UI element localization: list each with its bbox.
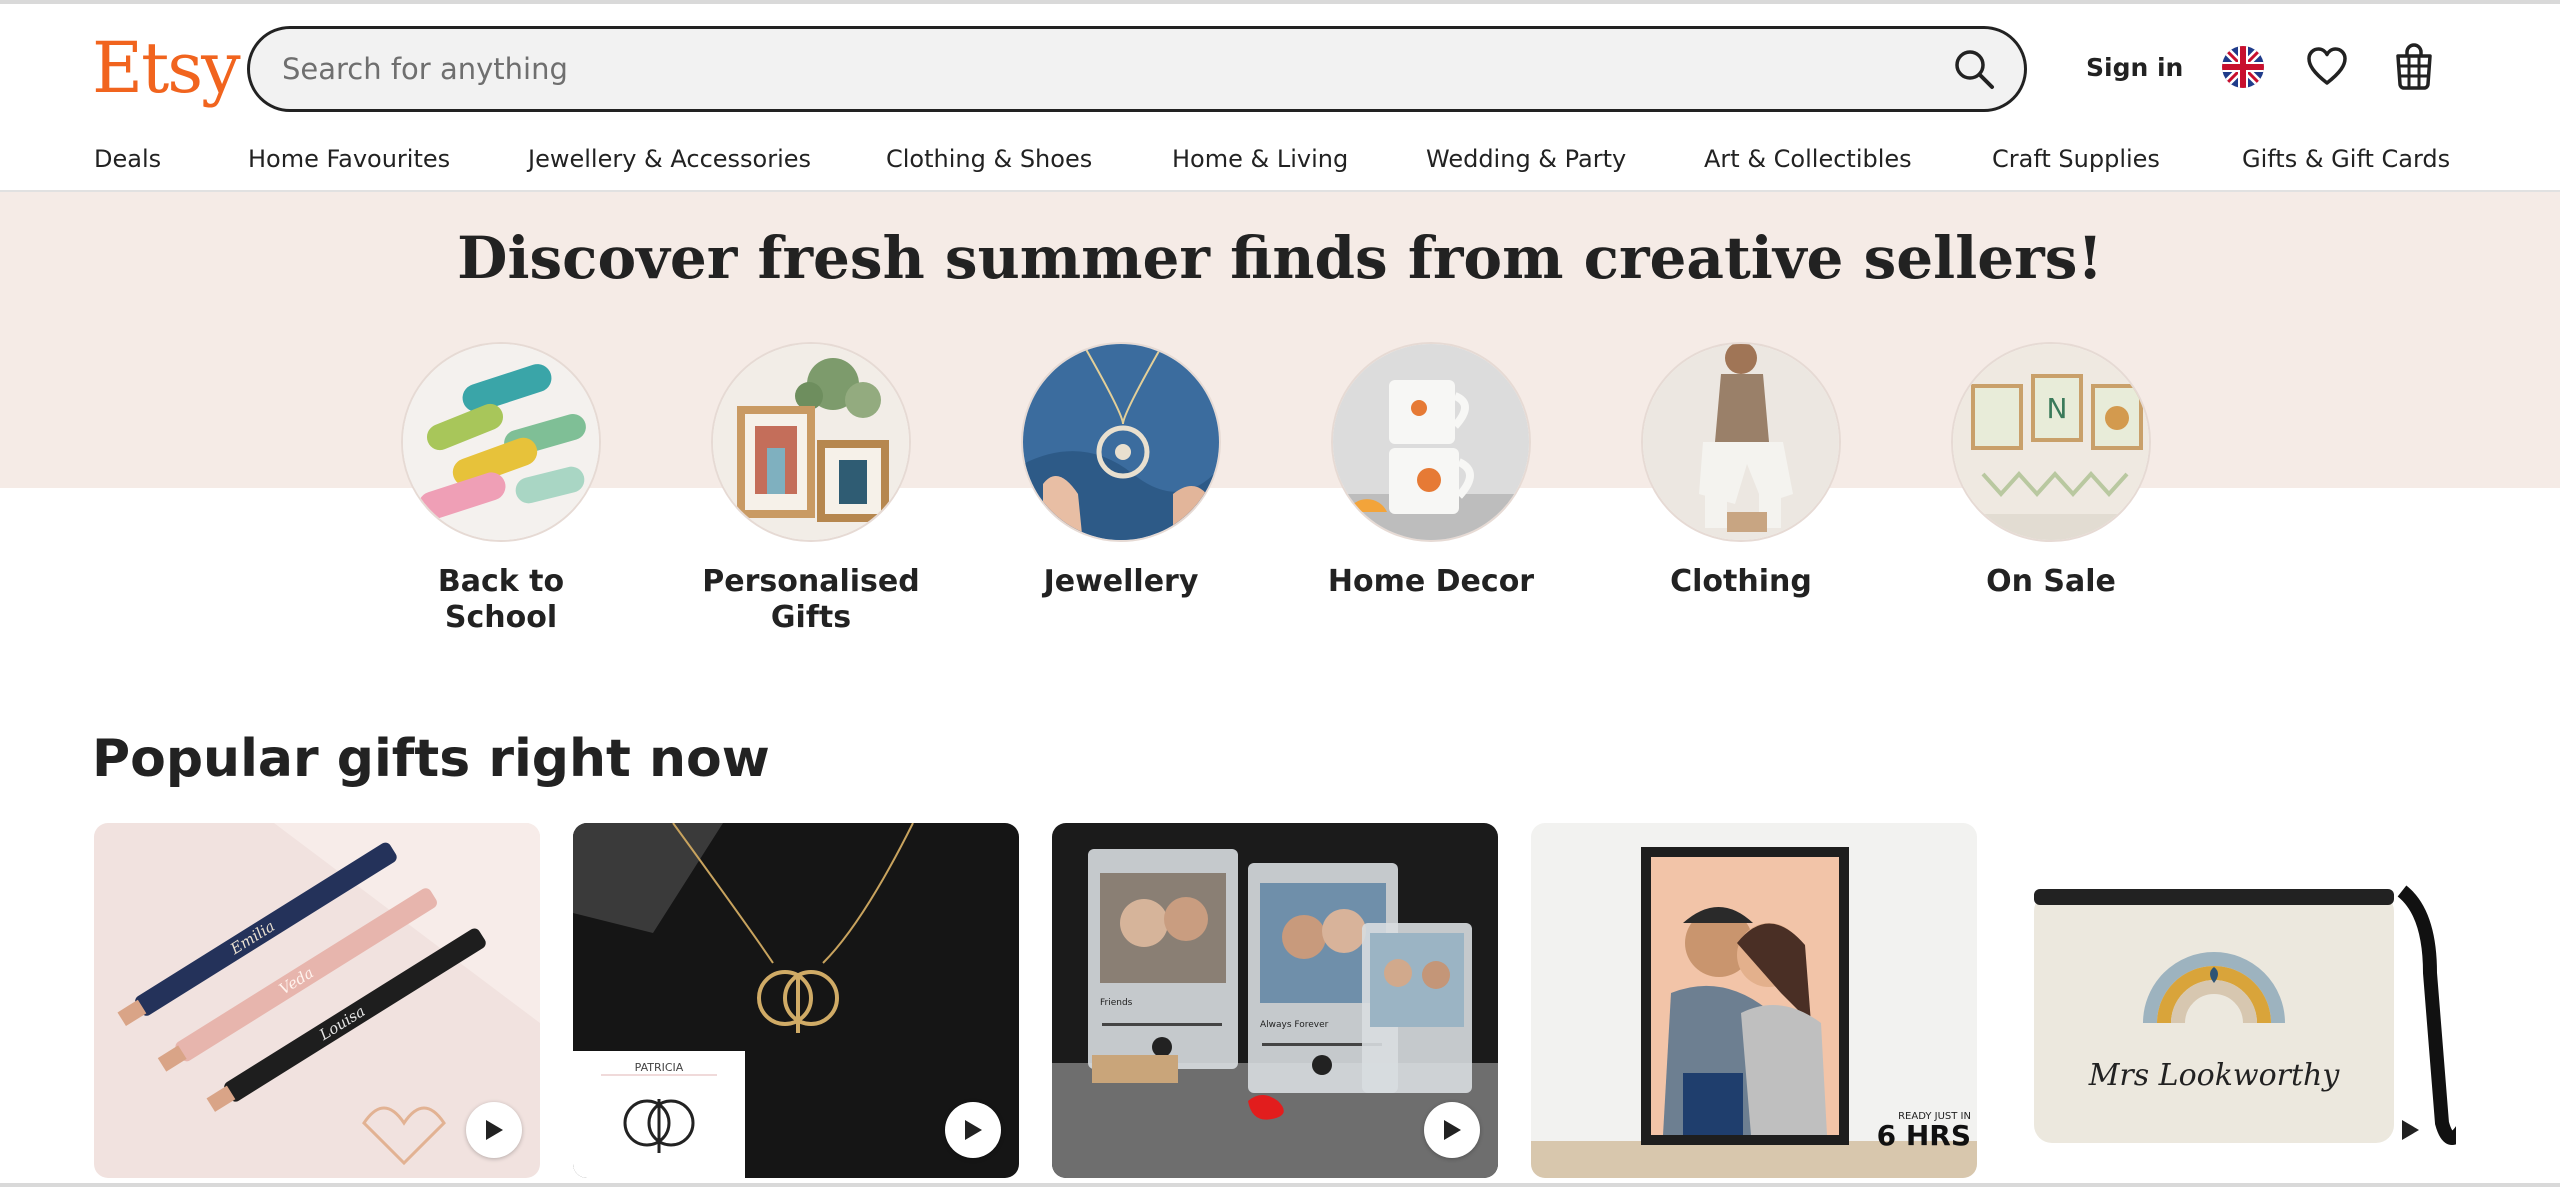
category-label: Personalised Gifts <box>702 564 920 635</box>
category-nav: Deals Home Favourites Jewellery & Access… <box>0 138 2560 190</box>
gift-card-personalised-pens[interactable]: Emilia Veda Louisa <box>94 823 540 1178</box>
nav-item-deals[interactable]: Deals <box>94 142 161 176</box>
bottom-divider <box>0 1183 2560 1187</box>
play-icon <box>2402 1120 2419 1140</box>
popular-gifts-title: Popular gifts right now <box>92 729 770 789</box>
nav-item-craft-supplies[interactable]: Craft Supplies <box>1992 142 2160 176</box>
search-input[interactable] <box>282 29 1882 109</box>
category-image: N <box>1951 342 2151 542</box>
play-icon <box>486 1120 503 1140</box>
product-image: READY JUST IN 6 HRS <box>1531 823 1977 1178</box>
ready-badge-hours: 6 HRS <box>1877 1119 1971 1152</box>
category-image <box>1331 342 1531 542</box>
uk-flag-icon[interactable] <box>2222 46 2264 88</box>
nav-item-home-favourites[interactable]: Home Favourites <box>248 142 450 176</box>
play-video-button[interactable] <box>945 1102 1001 1158</box>
nav-item-home-living[interactable]: Home & Living <box>1172 142 1348 176</box>
play-video-button[interactable] <box>466 1102 522 1158</box>
plaque-song-text: Friends <box>1100 998 1133 1008</box>
play-video-button[interactable] <box>1424 1102 1480 1158</box>
category-image <box>1021 342 1221 542</box>
sign-in-button[interactable]: Sign in <box>2070 48 2199 88</box>
shopping-bag-icon[interactable] <box>2392 42 2436 90</box>
hero-title: Discover fresh summer finds from creativ… <box>457 224 2103 292</box>
category-label: Back to School <box>437 564 565 635</box>
category-label: Clothing <box>1670 564 1812 599</box>
search-icon <box>1955 50 1994 89</box>
play-icon <box>1444 1120 1461 1140</box>
pouch-name-text: Mrs Lookworthy <box>2088 1058 2341 1093</box>
category-image <box>1641 342 1841 542</box>
category-image <box>711 342 911 542</box>
card-print-text: PATRICIA <box>635 1061 684 1074</box>
category-label: On Sale <box>1986 564 2116 599</box>
favourites-heart-icon[interactable] <box>2305 45 2349 89</box>
play-video-button[interactable] <box>2382 1102 2438 1158</box>
gift-card-photo-song-plaque[interactable]: Friends Always Forever <box>1052 823 1498 1178</box>
play-icon <box>965 1120 982 1140</box>
search-bar[interactable] <box>247 26 2027 112</box>
etsy-logo[interactable]: Etsy <box>92 24 241 112</box>
nav-item-jewellery-accessories[interactable]: Jewellery & Accessories <box>528 142 811 176</box>
nav-item-wedding-party[interactable]: Wedding & Party <box>1426 142 1626 176</box>
gift-card-initial-necklace[interactable]: PATRICIA <box>573 823 1019 1178</box>
svg-text:N: N <box>2047 392 2068 425</box>
gift-card-rainbow-pouch[interactable]: Mrs Lookworthy <box>2010 823 2456 1178</box>
search-button[interactable] <box>1946 41 2002 97</box>
nav-item-art-collectibles[interactable]: Art & Collectibles <box>1704 142 1912 176</box>
top-divider <box>0 0 2560 4</box>
plaque-song-text: Always Forever <box>1260 1020 1329 1030</box>
gift-card-couple-portrait[interactable]: READY JUST IN 6 HRS <box>1531 823 1977 1178</box>
nav-item-clothing-shoes[interactable]: Clothing & Shoes <box>886 142 1092 176</box>
category-label: Jewellery <box>1043 564 1199 599</box>
nav-item-gifts-gift-cards[interactable]: Gifts & Gift Cards <box>2242 142 2450 176</box>
category-image <box>401 342 601 542</box>
category-label: Home Decor <box>1327 564 1535 599</box>
